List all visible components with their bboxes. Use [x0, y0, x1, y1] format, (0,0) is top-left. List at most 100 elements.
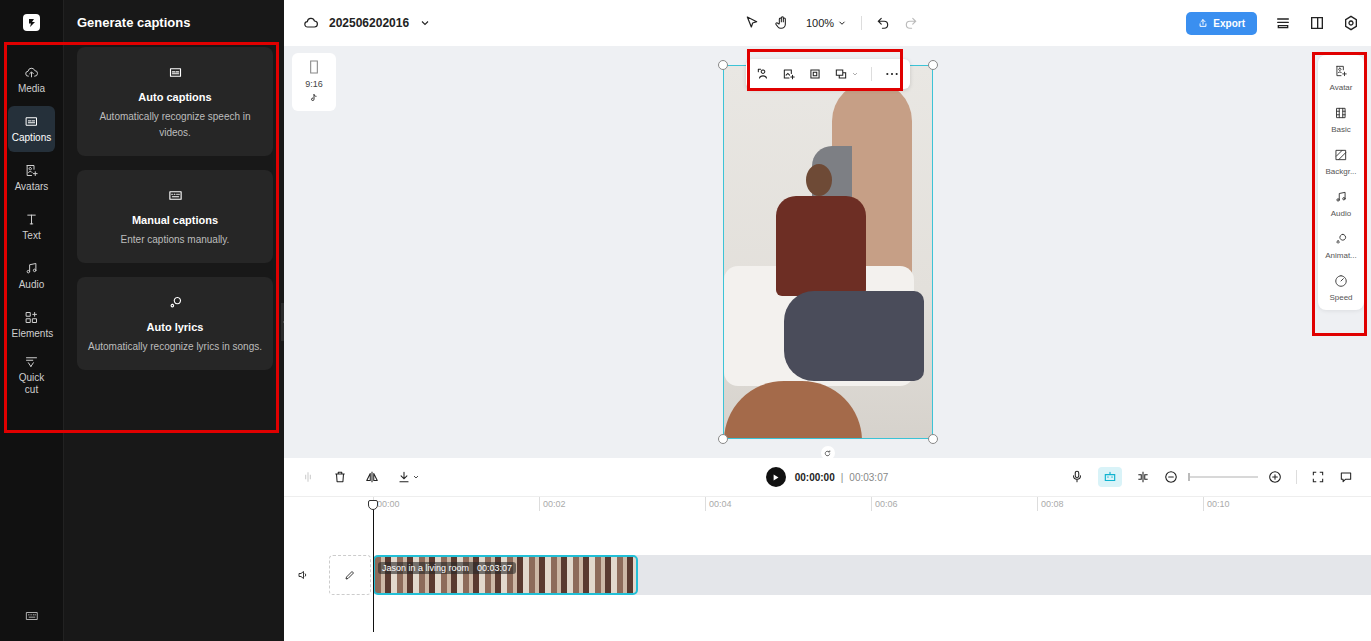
card-title: Manual captions: [132, 214, 218, 226]
rail-item[interactable]: Captions: [8, 106, 55, 152]
chevron-down-icon: [412, 473, 420, 481]
zoom-slider[interactable]: [1188, 476, 1258, 478]
caption-option-card[interactable]: Manual captions Enter captions manually.: [77, 170, 273, 263]
ruler-mark: 00:10: [1203, 497, 1369, 511]
caption-options: Auto captionsAutomatically recognize spe…: [77, 47, 272, 370]
video-frame[interactable]: [723, 65, 933, 439]
mirror-icon[interactable]: [365, 470, 379, 484]
resize-handle[interactable]: [718, 434, 728, 444]
property-tool[interactable]: Speed: [1318, 274, 1364, 302]
zoom-in-icon[interactable]: [1268, 470, 1282, 484]
aspect-ratio-card[interactable]: 9:16: [292, 53, 336, 111]
chevron-down-icon[interactable]: [851, 70, 859, 78]
split-icon[interactable]: [301, 470, 315, 484]
rail-item[interactable]: Avatars: [8, 155, 55, 201]
playhead[interactable]: [373, 500, 374, 632]
ruler-mark: 00:08: [1037, 497, 1203, 511]
property-tool[interactable]: Audio: [1318, 190, 1364, 218]
fullscreen-icon[interactable]: [1311, 470, 1325, 484]
snap-icon[interactable]: [1136, 470, 1150, 484]
delete-icon[interactable]: [333, 470, 347, 484]
zoom-select[interactable]: 100%: [806, 17, 847, 29]
layers-icon[interactable]: [1275, 15, 1291, 31]
top-bar: 202506202016 100% Export: [284, 0, 1371, 46]
ruler-mark: 00:02: [539, 497, 705, 511]
replace-icon[interactable]: [834, 67, 848, 81]
canvas-tools: 100%: [744, 15, 918, 31]
add-image-icon[interactable]: [782, 67, 796, 81]
rail-label: Audio: [19, 279, 45, 291]
cover-button[interactable]: [329, 555, 371, 595]
card-title: Auto lyrics: [147, 321, 204, 333]
property-tool[interactable]: Basic: [1318, 106, 1364, 134]
captions-panel: Generate captionsAuto captionsAutomatica…: [63, 0, 284, 641]
microphone-icon[interactable]: [1070, 470, 1084, 484]
remove-background-icon[interactable]: [756, 67, 770, 81]
rail-item[interactable]: Audio: [8, 253, 55, 299]
ruler-label: 00:04: [709, 499, 732, 509]
property-tool[interactable]: Animat...: [1318, 232, 1364, 260]
timeline-toolbar: 00:00:00|00:03:07: [284, 458, 1371, 497]
card-title: Auto captions: [138, 91, 211, 103]
caption-option-card[interactable]: Auto lyricsAutomatically recognize lyric…: [77, 277, 273, 370]
hand-icon[interactable]: [774, 15, 790, 31]
redo-icon[interactable]: [904, 16, 918, 30]
undo-icon[interactable]: [876, 16, 890, 30]
project-name[interactable]: 202506202016: [329, 16, 409, 30]
video-track: Jason in a living room 00:03:07: [284, 555, 1371, 595]
rail-item[interactable]: Media: [8, 57, 55, 103]
clip-title: Jason in a living room: [382, 563, 469, 573]
rail-item[interactable]: Elements: [8, 302, 55, 348]
more-icon[interactable]: [884, 66, 900, 82]
keyboard-icon[interactable]: [25, 609, 39, 623]
panel-toggle-icon[interactable]: [1309, 15, 1325, 31]
download-menu[interactable]: [397, 470, 420, 484]
tool-label: Backgr...: [1325, 167, 1356, 176]
highlight-box: [1312, 52, 1367, 336]
divider: [871, 67, 872, 81]
play-icon: [771, 473, 780, 482]
caption-option-card[interactable]: Auto captionsAutomatically recognize spe…: [77, 47, 273, 156]
track-header: [284, 555, 373, 595]
person-head: [806, 164, 832, 196]
rail-label: Avatars: [15, 181, 49, 193]
comment-icon[interactable]: [1339, 470, 1353, 484]
pointer-icon[interactable]: [744, 15, 760, 31]
chevron-down-icon[interactable]: [419, 17, 431, 29]
clip-duration: 00:03:07: [477, 563, 512, 573]
tool-label: Audio: [1331, 209, 1351, 218]
rail-item[interactable]: Text: [8, 204, 55, 250]
divider: [861, 16, 862, 30]
crop-icon[interactable]: [808, 67, 822, 81]
zoom-out-icon[interactable]: [1164, 470, 1178, 484]
music-note-icon: [1334, 190, 1348, 204]
logo-icon[interactable]: [23, 14, 40, 31]
video-clip[interactable]: Jason in a living room 00:03:07: [373, 555, 638, 595]
chevron-down-icon: [837, 18, 847, 28]
property-tool[interactable]: Backgr...: [1318, 148, 1364, 176]
text-icon: [24, 212, 39, 227]
resize-handle[interactable]: [928, 434, 938, 444]
ruler-label: 00:10: [1207, 499, 1230, 509]
settings-icon[interactable]: [1343, 15, 1359, 31]
side-table: [724, 381, 862, 438]
export-button[interactable]: Export: [1186, 12, 1257, 35]
ruler-label: 00:06: [875, 499, 898, 509]
resize-handle[interactable]: [718, 60, 728, 70]
avatar-icon: [1334, 64, 1348, 78]
timeline-tools: [888, 467, 1353, 487]
ruler-mark: 00:04: [705, 497, 871, 511]
card-description: Enter captions manually.: [121, 232, 230, 248]
rail-item[interactable]: Quick cut: [8, 351, 55, 399]
slider-knob[interactable]: [1188, 473, 1190, 481]
ruler-label: 00:02: [543, 499, 566, 509]
resize-handle[interactable]: [928, 60, 938, 70]
property-tool[interactable]: Avatar: [1318, 64, 1364, 92]
ai-toggle[interactable]: [1098, 467, 1122, 487]
play-button[interactable]: [766, 467, 786, 487]
speaker-icon[interactable]: [297, 569, 309, 581]
time-separator: |: [841, 472, 844, 483]
rail-label: Elements: [12, 328, 52, 340]
upload-icon: [1198, 18, 1208, 28]
keyboard-icon: [168, 188, 183, 203]
